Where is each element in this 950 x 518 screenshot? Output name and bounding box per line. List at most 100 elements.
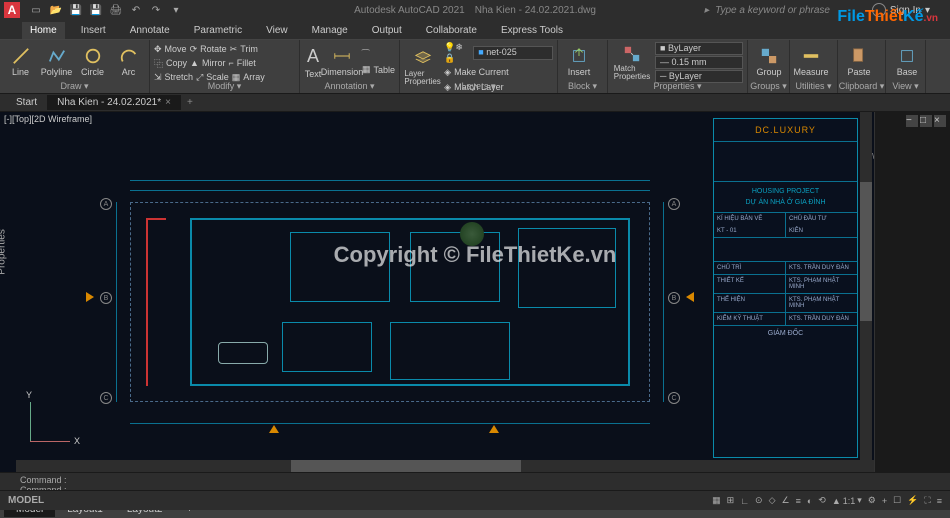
qat-undo-icon[interactable]: ↶ [128,2,144,18]
base-view-button[interactable]: Base [890,42,924,82]
viewport-label[interactable]: [-][Top][2D Wireframe] [4,114,92,124]
site-watermark: FileThiếtKế.vn [837,8,938,26]
panel-clipboard: Paste Clipboard ▾ [838,40,886,93]
tab-output[interactable]: Output [364,22,410,39]
panel-draw: Line Polyline Circle Arc Draw ▾ [0,40,150,93]
clean-screen[interactable]: ⛶ [924,495,930,506]
lineweight-toggle[interactable]: ≡ [796,496,801,506]
panel-annotation-label[interactable]: Annotation ▾ [300,81,399,92]
qat-save-icon[interactable]: 💾 [68,2,84,18]
layer-state-icon[interactable]: 💡❄🔒 [444,42,470,64]
tb-brand: DC.LUXURY [714,119,857,141]
isolate-objects[interactable]: ☐ [893,495,901,506]
cycling-toggle[interactable]: ⟲ [818,495,826,506]
table-button[interactable]: ▦ Table [362,63,395,77]
fillet-button[interactable]: ⌐ Fillet [228,56,255,70]
make-current-button[interactable]: ◈ Make Current [444,65,553,79]
properties-palette-tab[interactable]: Properties [0,229,8,275]
drawing-viewport[interactable]: [-][Top][2D Wireframe] Properties N S W … [0,112,950,472]
measure-button[interactable]: Measure [794,42,828,82]
tab-express[interactable]: Express Tools [493,22,571,39]
help-search[interactable]: ▸Type a keyword or phrase [704,5,830,16]
insert-block-button[interactable]: Insert [562,42,596,82]
close-panel-icon[interactable]: × [934,115,946,127]
panel-block: Insert Block ▾ [558,40,608,93]
match-props-button[interactable]: MatchProperties [612,43,652,83]
model-space-toggle[interactable]: MODEL [8,495,44,506]
panel-utilities: Measure Utilities ▾ [790,40,838,93]
grid-toggle[interactable]: ▦ [712,495,721,506]
document-tabs: Start Nha Kien - 24.02.2021*× + [0,94,950,112]
move-button[interactable]: ✥ Move [154,42,187,56]
annoscale-dropdown[interactable]: ▲ 1:1 ▾ [832,495,862,506]
line-button[interactable]: Line [4,42,37,82]
qat-redo-icon[interactable]: ↷ [148,2,164,18]
circle-button[interactable]: Circle [76,42,109,82]
panel-view-label[interactable]: View ▾ [886,81,925,92]
tab-view[interactable]: View [258,22,296,39]
panel-draw-label[interactable]: Draw ▾ [0,81,149,92]
car-symbol [218,342,268,364]
qat-plot-icon[interactable]: 🖨 [108,2,124,18]
trim-button[interactable]: ✂ Trim [230,42,258,56]
floor-plan-drawing: A B C A B C [110,172,670,432]
ortho-toggle[interactable]: ∟ [740,496,749,506]
ribbon-tab-strip: Home Insert Annotate Parametric View Man… [0,20,950,40]
qat-open-icon[interactable]: 📂 [48,2,64,18]
file-tab-drawing[interactable]: Nha Kien - 24.02.2021*× [47,95,181,110]
panel-groups-label[interactable]: Groups ▾ [748,81,789,92]
customize-status[interactable]: ≡ [937,496,942,506]
annotation-monitor[interactable]: + [882,496,887,506]
tab-parametric[interactable]: Parametric [186,22,250,39]
polar-toggle[interactable]: ⊙ [755,495,763,506]
panel-view: Base View ▾ [886,40,926,93]
color-dropdown[interactable]: ■ ByLayer [655,42,743,55]
panel-clipboard-label[interactable]: Clipboard ▾ [838,81,885,92]
copy-button[interactable]: ⿻ Copy [154,56,187,70]
panel-groups: Group Groups ▾ [748,40,790,93]
transparency-toggle[interactable]: ◐ [807,496,812,506]
leader-button[interactable]: ⁀ [362,48,395,62]
qat-new-icon[interactable]: ▭ [28,2,44,18]
paste-button[interactable]: Paste [842,42,876,82]
polyline-button[interactable]: Polyline [40,42,73,82]
app-name: Autodesk AutoCAD 2021 [354,5,465,16]
file-tab-start[interactable]: Start [6,95,47,110]
panel-utilities-label[interactable]: Utilities ▾ [790,81,837,92]
osnap-toggle[interactable]: ◇ [769,495,776,506]
tab-collaborate[interactable]: Collaborate [418,22,485,39]
panel-modify: ✥ Move⟳ Rotate✂ Trim ⿻ Copy▲ Mirror⌐ Fil… [150,40,300,93]
tab-insert[interactable]: Insert [73,22,114,39]
tab-annotate[interactable]: Annotate [122,22,178,39]
tab-manage[interactable]: Manage [304,22,356,39]
h-scrollbar[interactable] [16,460,934,472]
lineweight-dropdown[interactable]: — 0.15 mm [655,56,743,69]
group-button[interactable]: Group [752,42,786,82]
app-logo[interactable]: A [4,2,20,18]
mirror-button[interactable]: ▲ Mirror [190,56,225,70]
panel-modify-label[interactable]: Modify ▾ [150,81,299,92]
maximize-icon[interactable]: □ [920,115,932,127]
qat-share-icon[interactable]: ▾ [168,2,184,18]
panel-layers-label[interactable]: Layers ▾ [400,81,557,92]
panel-properties-label[interactable]: Properties ▾ [608,81,747,92]
workspace-switch[interactable]: ⚙ [868,495,876,506]
hardware-accel[interactable]: ⚡ [907,495,918,506]
tab-home[interactable]: Home [22,22,65,39]
layer-dropdown[interactable]: ■ net-025 [473,46,553,60]
title-bar: A ▭ 📂 💾 💾 🖨 ↶ ↷ ▾ Autodesk AutoCAD 2021 … [0,0,950,20]
rotate-button[interactable]: ⟳ Rotate [190,42,227,56]
qat-saveas-icon[interactable]: 💾 [88,2,104,18]
panel-block-label[interactable]: Block ▾ [558,81,607,92]
status-bar: MODEL ▦ ⊞ ∟ ⊙ ◇ ∠ ≡ ◐ ⟲ ▲ 1:1 ▾ ⚙ + ☐ ⚡ … [0,490,950,510]
close-icon[interactable]: × [165,97,171,108]
text-button[interactable]: AText [304,42,322,82]
snap-toggle[interactable]: ⊞ [727,495,735,506]
v-scrollbar[interactable] [860,112,872,460]
file-name: Nha Kien - 24.02.2021.dwg [475,5,596,16]
otrack-toggle[interactable]: ∠ [781,495,789,506]
minimize-icon[interactable]: − [906,115,918,127]
new-tab-button[interactable]: + [187,97,193,108]
arc-button[interactable]: Arc [112,42,145,82]
dimension-button[interactable]: Dimension [325,42,359,82]
